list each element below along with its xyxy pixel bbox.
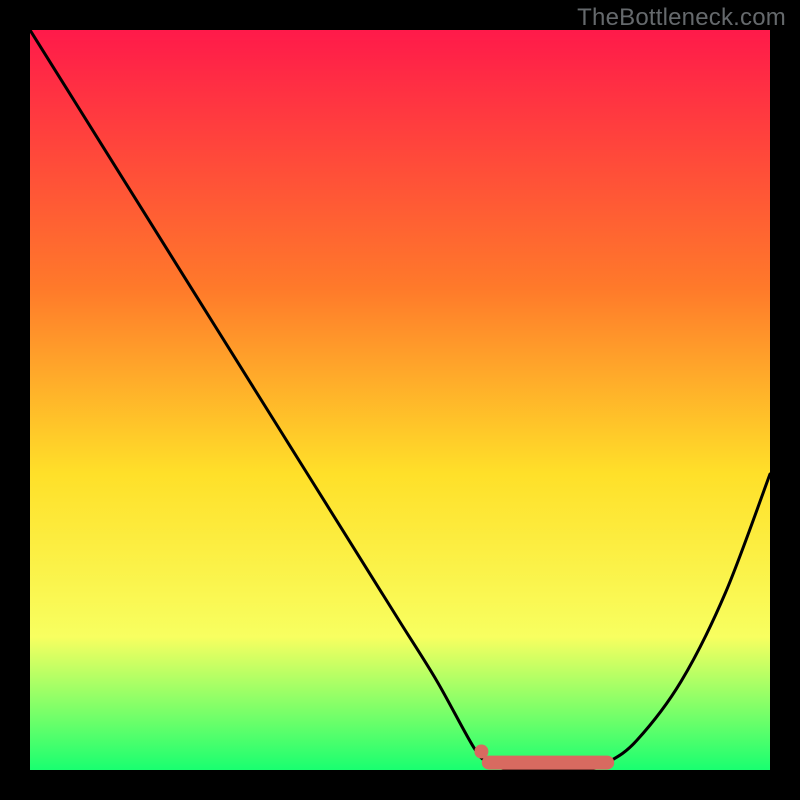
current-point-marker — [474, 745, 488, 759]
gradient-background — [30, 30, 770, 770]
chart-frame: TheBottleneck.com — [0, 0, 800, 800]
chart-svg — [30, 30, 770, 770]
watermark-text: TheBottleneck.com — [577, 4, 786, 32]
bottleneck-chart — [30, 30, 770, 770]
